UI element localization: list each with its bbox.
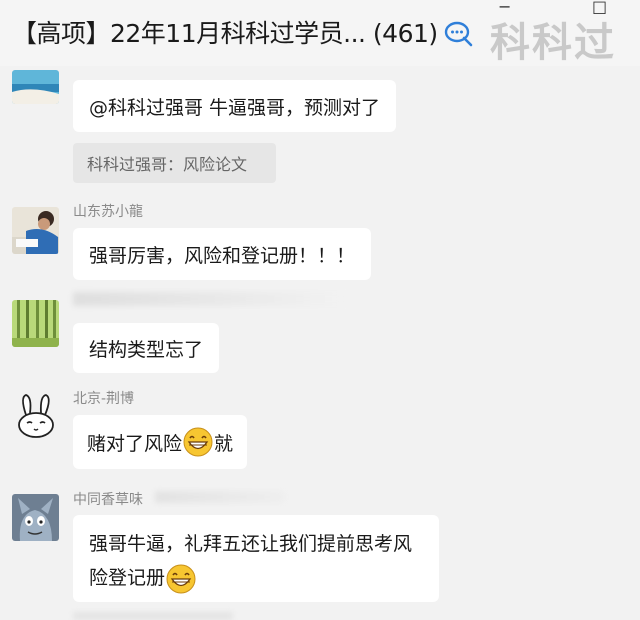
chat-header: 【高项】22年11月科科过学员... (461) 科科过 − □	[0, 0, 640, 66]
sender-name: 中同香草味	[73, 492, 143, 508]
forest-avatar[interactable]	[12, 300, 59, 347]
grin-emoji-icon	[183, 427, 213, 457]
watermark: 科科过	[490, 20, 616, 66]
quoted-message[interactable]: 科科过强哥：风险论文	[73, 143, 276, 183]
message-bubble[interactable]: 强哥牛逼，礼拜五还让我们提前思考风险登记册	[73, 515, 439, 602]
maximize-button[interactable]: □	[592, 0, 607, 15]
tom-cat-avatar[interactable]	[12, 494, 59, 541]
chat-bubble-icon[interactable]	[444, 20, 474, 48]
message-text-suffix: 就	[214, 432, 234, 455]
message-text: @科科过强哥 牛逼强哥，预测对了	[89, 96, 381, 119]
message-bubble[interactable]: 赌对了风险 就	[73, 415, 248, 469]
sender-name-blurred-suffix	[155, 491, 285, 503]
bunny-avatar[interactable]	[12, 393, 59, 440]
sender-name-blurred	[73, 292, 343, 306]
grin-emoji-icon	[166, 564, 196, 593]
minimize-button[interactable]: −	[498, 0, 511, 15]
landscape-avatar[interactable]	[12, 70, 59, 104]
message-text: 强哥厉害，风险和登记册！！！	[89, 244, 356, 267]
quote-text: 科科过强哥：风险论文	[87, 155, 248, 174]
message-text: 结构类型忘了	[89, 338, 204, 361]
message-bubble[interactable]: 结构类型忘了	[73, 323, 220, 373]
message-bubble[interactable]: 强哥厉害，风险和登记册！！！	[73, 228, 372, 280]
sender-name: 北京-荆博	[73, 391, 135, 407]
message-bubble[interactable]: @科科过强哥 牛逼强哥，预测对了	[73, 80, 397, 132]
sender-name: 山东苏小龍	[73, 204, 143, 220]
group-title[interactable]: 【高项】22年11月科科过学员... (461)	[12, 14, 438, 50]
message-text: 强哥牛逼，礼拜五还让我们提前思考风险登记册	[89, 533, 413, 589]
child-photo-avatar[interactable]	[12, 207, 59, 254]
message-text: 赌对了风险	[87, 432, 183, 455]
